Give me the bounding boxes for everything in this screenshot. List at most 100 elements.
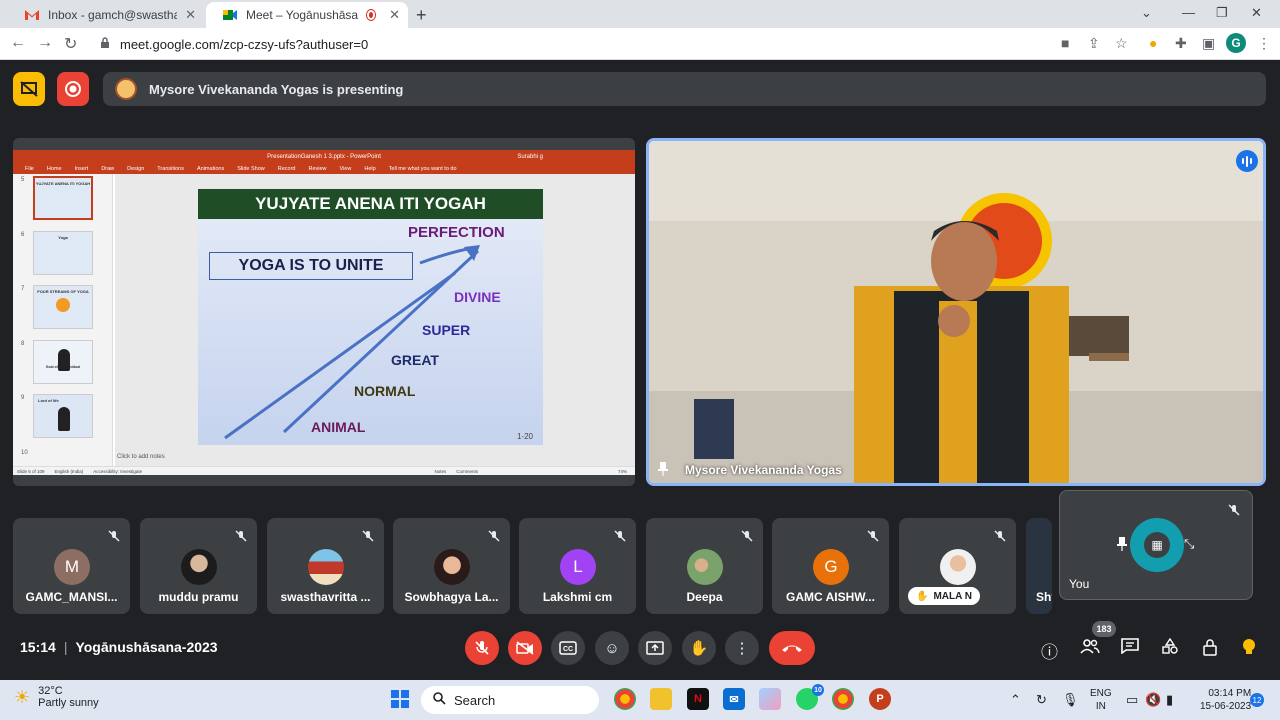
- weather-temp: 32°C: [38, 685, 63, 697]
- divider: |: [63, 639, 68, 655]
- participant-tile[interactable]: muddu pramu: [140, 518, 257, 614]
- back-icon[interactable]: ←: [10, 34, 26, 52]
- thumb-number: 9: [21, 395, 25, 401]
- minimize-icon[interactable]: —: [1182, 5, 1195, 20]
- participant-tile-partial[interactable]: Shy: [1026, 518, 1052, 614]
- meeting-details-icon[interactable]: ⓘ: [1041, 638, 1058, 663]
- word-great: GREAT: [391, 352, 439, 368]
- present-now-button[interactable]: [638, 631, 672, 665]
- lightbulb-icon[interactable]: ●: [1149, 35, 1157, 51]
- windows-start-icon[interactable]: [389, 688, 411, 710]
- volume-muted-icon[interactable]: 🔇: [1145, 692, 1161, 708]
- photos-icon[interactable]: [759, 688, 781, 710]
- present-off-icon: [20, 81, 38, 97]
- show-hidden-icons[interactable]: ⌃: [1010, 692, 1021, 708]
- avatar: G: [813, 549, 849, 585]
- netflix-icon[interactable]: N: [687, 688, 709, 710]
- participant-name: swasthavritta ...: [280, 590, 371, 604]
- notes-hint: Click to add notes: [117, 454, 165, 460]
- pin-icon[interactable]: [1116, 536, 1128, 555]
- stop-presenting-button[interactable]: [13, 72, 45, 106]
- slide-thumbnail: Lord of life: [33, 394, 93, 438]
- word-divine: DIVINE: [454, 289, 501, 305]
- recording-button[interactable]: [57, 72, 89, 106]
- reactions-button[interactable]: ☺: [595, 631, 629, 665]
- more-options-button[interactable]: ⋮: [725, 631, 759, 665]
- camera-toggle-button[interactable]: [508, 631, 542, 665]
- ribbon-tab: Home: [46, 165, 62, 172]
- participant-tile[interactable]: Sowbhagya La...: [393, 518, 510, 614]
- speaker-name: Mysore Vivekananda Yogas: [685, 463, 842, 477]
- new-tab-icon[interactable]: +: [416, 5, 427, 26]
- chrome-icon[interactable]: [614, 688, 636, 710]
- chat-icon[interactable]: [1121, 638, 1139, 659]
- taskbar-search[interactable]: Search: [421, 686, 599, 714]
- people-icon[interactable]: [1080, 638, 1100, 659]
- bookmark-star-icon[interactable]: ☆: [1115, 35, 1128, 52]
- maximize-icon[interactable]: ❐: [1216, 5, 1228, 21]
- chrome-profile-icon[interactable]: [832, 688, 854, 710]
- presentation-tile[interactable]: PresentationGanesh 1 3.pptx - PowerPoint…: [13, 138, 635, 486]
- sync-icon[interactable]: ↻: [1036, 692, 1047, 708]
- whatsapp-icon[interactable]: 10: [796, 684, 824, 710]
- file-explorer-icon[interactable]: [650, 688, 672, 710]
- participant-tile[interactable]: Deepa: [646, 518, 763, 614]
- thumb-figure-graphic: [58, 349, 70, 371]
- mic-toggle-button[interactable]: [465, 631, 499, 665]
- participant-tile[interactable]: M GAMC_MANSI...: [13, 518, 130, 614]
- extensions-icon[interactable]: ✚: [1175, 35, 1187, 52]
- thumb-number: 6: [21, 232, 25, 238]
- pin-icon[interactable]: [657, 461, 669, 480]
- slide-number: 1-20: [516, 432, 533, 441]
- record-icon: [65, 81, 81, 97]
- lock-icon: [100, 36, 110, 52]
- participant-tile[interactable]: ✋ MALA N: [899, 518, 1016, 614]
- participant-name: Lakshmi cm: [542, 590, 613, 604]
- kebab-menu-icon[interactable]: ⋮: [1257, 35, 1271, 52]
- camera-icon[interactable]: ■: [1061, 35, 1069, 51]
- microphone-icon[interactable]: 🎙: [1062, 692, 1079, 708]
- powerpoint-icon[interactable]: P: [869, 688, 891, 710]
- close-window-icon[interactable]: ✕: [1251, 5, 1262, 21]
- share-icon[interactable]: ⇪: [1088, 35, 1100, 52]
- language-indicator[interactable]: ENG IN: [1090, 687, 1112, 713]
- mail-icon[interactable]: ✉: [723, 688, 745, 710]
- reload-icon[interactable]: ↻: [64, 34, 77, 54]
- side-panel-icon[interactable]: ▣: [1202, 35, 1215, 52]
- participant-name: GAMC AISHW...: [786, 590, 875, 604]
- participant-tile[interactable]: L Lakshmi cm: [519, 518, 636, 614]
- display-icon[interactable]: ▭: [1126, 692, 1138, 708]
- word-perfection: PERFECTION: [408, 224, 505, 241]
- participant-name: Deepa: [686, 590, 723, 604]
- tab-meet[interactable]: Meet – Yogānushāsana-2023 ✕: [206, 2, 408, 28]
- lightbulb-icon[interactable]: [1242, 638, 1256, 661]
- leave-call-button[interactable]: [769, 631, 815, 665]
- profile-avatar[interactable]: G: [1226, 33, 1246, 53]
- search-icon: [433, 692, 446, 708]
- activities-icon[interactable]: [1161, 637, 1179, 659]
- self-view-tile[interactable]: ▦ ⤡ You: [1059, 490, 1253, 600]
- battery-icon[interactable]: ▮: [1166, 692, 1173, 708]
- system-clock[interactable]: 03:14 PM 15-06-2023: [1200, 687, 1251, 713]
- minimize-self-icon[interactable]: ⤡: [1184, 536, 1194, 552]
- tab-gmail[interactable]: Inbox - gamch@swasthavrittamy ✕: [8, 2, 204, 28]
- close-tab-icon[interactable]: ✕: [389, 7, 400, 23]
- avatar: M: [54, 549, 90, 585]
- host-controls-icon[interactable]: [1201, 638, 1219, 661]
- raise-hand-button[interactable]: ✋: [682, 631, 716, 665]
- close-tab-icon[interactable]: ✕: [185, 7, 196, 23]
- participant-tile[interactable]: G GAMC AISHW...: [772, 518, 889, 614]
- speaker-video-tile[interactable]: Mysore Vivekananda Yogas: [646, 138, 1266, 486]
- meeting-time: 15:14: [20, 639, 56, 655]
- weather-widget[interactable]: ☀ 32°C Partly sunny: [14, 685, 99, 709]
- forward-icon[interactable]: →: [37, 34, 53, 52]
- captions-button[interactable]: CC: [551, 631, 585, 665]
- ribbon-tab: Record: [277, 165, 296, 172]
- self-view-options-button[interactable]: ▦: [1130, 518, 1184, 572]
- mic-off-icon: [108, 530, 120, 542]
- participant-tile[interactable]: swasthavritta ...: [267, 518, 384, 614]
- url-field[interactable]: meet.google.com/zcp-czsy-ufs?authuser=0: [90, 31, 1050, 57]
- tab-search-icon[interactable]: ⌄: [1141, 5, 1152, 21]
- clock-time: 03:14 PM: [1208, 688, 1252, 699]
- notifications-badge[interactable]: 12: [1250, 693, 1264, 707]
